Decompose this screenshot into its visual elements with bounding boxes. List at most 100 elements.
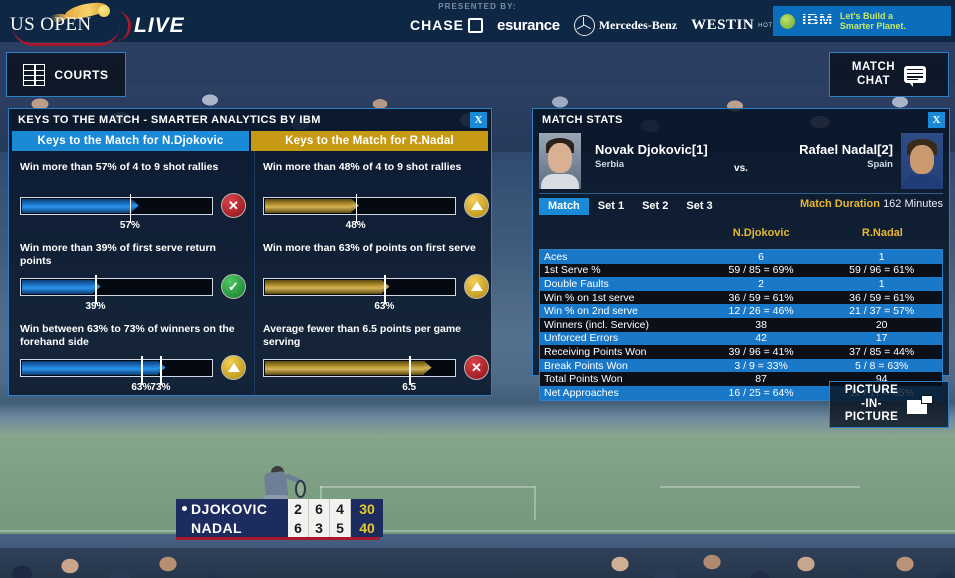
stat-value-player2: 1 xyxy=(878,250,885,263)
scoreboard-game-points: 30 xyxy=(351,499,383,518)
chat-bubble-icon xyxy=(904,66,927,87)
progress-bar: 48% xyxy=(263,193,456,231)
match-duration: Match Duration 162 Minutes xyxy=(800,198,943,210)
progress-bar-fill xyxy=(22,198,131,213)
key-description: Win more than 48% of 4 to 9 shot rallies xyxy=(263,161,462,173)
stats-column-headers: N.Djokovic R.Nadal xyxy=(539,220,943,246)
logo-swoosh xyxy=(12,25,120,46)
stat-name: Receiving Points Won xyxy=(544,345,647,358)
table-row: Aces 6 1 xyxy=(540,250,942,264)
match-duration-value: 162 Minutes xyxy=(883,198,943,210)
stats-tab-set-2[interactable]: Set 2 xyxy=(633,198,677,215)
threshold-marker xyxy=(129,193,132,223)
stat-value-player2: 1 xyxy=(878,277,885,290)
scoreboard-underline xyxy=(176,537,380,540)
live-badge: LIVE xyxy=(134,14,185,37)
tab-keys-djokovic[interactable]: Keys to the Match for N.Djokovic xyxy=(12,131,249,151)
scoreboard-set-score: 6 xyxy=(309,499,330,518)
keys-panel-title: KEYS TO THE MATCH - SMARTER ANALYTICS BY… xyxy=(18,114,321,126)
progress-bar-fill xyxy=(265,279,382,294)
avatar-djokovic xyxy=(539,133,581,189)
ibm-smarter-planet-ad[interactable]: IBM Let's Build a Smarter Planet. xyxy=(773,6,951,36)
stat-value-player1: 42 xyxy=(755,332,767,345)
progress-bar-fill xyxy=(22,360,158,375)
keys-panel-header: KEYS TO THE MATCH - SMARTER ANALYTICS BY… xyxy=(9,109,491,131)
stat-name: Win % on 2nd serve xyxy=(544,305,638,318)
stat-value-player2: 5 / 8 = 63% xyxy=(854,359,909,372)
tennis-court-icon xyxy=(23,63,46,86)
threshold-label: 6.5 xyxy=(402,381,417,393)
threshold-label: 48% xyxy=(345,219,366,231)
progress-bar: 57% xyxy=(20,193,213,231)
status-warning-icon xyxy=(464,193,489,218)
scoreboard-player-name: DJOKOVIC xyxy=(176,499,288,518)
sponsor-mercedes-benz[interactable]: Mercedes-Benz xyxy=(573,14,677,36)
stat-value-player2: 36 / 59 = 61% xyxy=(849,291,915,304)
keys-column-djokovic: Win more than 57% of 4 to 9 shot rallies… xyxy=(12,151,255,394)
stat-value-player2: 59 / 96 = 61% xyxy=(849,264,915,277)
progress-bar: 39% xyxy=(20,274,213,312)
stat-name: Break Points Won xyxy=(544,359,628,372)
players-header: Novak Djokovic[1] Serbia Rafael Nadal[2]… xyxy=(533,131,949,191)
match-chat-button[interactable]: MATCH CHAT xyxy=(829,52,949,97)
stat-value-player1: 59 / 85 = 69% xyxy=(728,264,794,277)
key-item: Win more than 57% of 4 to 9 shot rallies… xyxy=(20,161,246,234)
stats-col-header-player2: R.Nadal xyxy=(861,227,903,239)
table-row: Break Points Won 3 / 9 = 33% 5 / 8 = 63% xyxy=(540,358,942,373)
stat-value-player1: 87 xyxy=(755,373,767,386)
sponsor-chase[interactable]: CHASE xyxy=(410,17,484,33)
keys-tabs: Keys to the Match for N.Djokovic Keys to… xyxy=(12,131,488,151)
close-icon[interactable]: X xyxy=(470,112,487,128)
progress-bar: 63% 73% xyxy=(20,355,213,393)
stat-name: Winners (incl. Service) xyxy=(544,318,650,331)
courts-button[interactable]: COURTS xyxy=(6,52,126,97)
key-description: Win more than 57% of 4 to 9 shot rallies xyxy=(20,161,219,173)
picture-in-picture-button[interactable]: PICTURE -IN- PICTURE xyxy=(829,381,949,428)
match-chat-label: MATCH CHAT xyxy=(851,61,896,87)
key-item: Win between 63% to 73% of winners on the… xyxy=(20,323,246,396)
stats-tab-set-1[interactable]: Set 1 xyxy=(589,198,633,215)
key-item: Win more than 63% of points on first ser… xyxy=(263,242,489,315)
table-row: Unforced Errors 42 17 xyxy=(540,331,942,346)
stat-value-player2: 17 xyxy=(875,332,888,345)
courts-button-label: COURTS xyxy=(54,67,109,82)
stat-name: Double Faults xyxy=(544,277,609,290)
top-header-bar: US OPEN LIVE PRESENTED BY: CHASE esuranc… xyxy=(0,0,955,46)
player2-country: Spain xyxy=(867,158,893,170)
sponsor-esurance[interactable]: esurance xyxy=(497,17,560,34)
scoreboard-name-text: NADAL xyxy=(191,519,242,536)
tab-keys-nadal[interactable]: Keys to the Match for R.Nadal xyxy=(251,131,488,151)
status-warning-icon xyxy=(464,274,489,299)
threshold-label: 73% xyxy=(150,381,171,393)
key-bar-row: 6.5 ✕ xyxy=(263,355,489,393)
close-icon[interactable]: X xyxy=(928,112,945,128)
status-fail-icon: ✕ xyxy=(221,193,246,218)
stats-tab-match[interactable]: Match xyxy=(539,197,589,215)
match-stats-panel: MATCH STATS X Novak Djokovic[1] Serbia R… xyxy=(532,108,950,401)
player1-info: Novak Djokovic[1] Serbia xyxy=(595,133,744,170)
key-description: Average fewer than 6.5 points per game s… xyxy=(263,323,462,349)
mercedes-star-icon xyxy=(573,14,595,36)
stats-tab-set-3[interactable]: Set 3 xyxy=(677,198,721,215)
match-duration-label: Match Duration xyxy=(799,198,880,210)
keys-to-the-match-panel: KEYS TO THE MATCH - SMARTER ANALYTICS BY… xyxy=(8,108,492,396)
ibm-logo-text: IBM xyxy=(802,12,833,29)
keys-column-nadal: Win more than 48% of 4 to 9 shot rallies… xyxy=(255,151,497,394)
stat-name: 1st Serve % xyxy=(544,264,601,277)
status-warning-icon xyxy=(221,355,246,380)
progress-bar: 6.5 xyxy=(263,355,456,393)
avatar-nadal xyxy=(901,133,943,189)
threshold-marker xyxy=(95,274,97,304)
scoreboard-row: NADAL 6 3 5 40 xyxy=(176,518,383,537)
stat-value-player1: 38 xyxy=(755,318,767,331)
threshold-label: 63% xyxy=(131,381,152,393)
threshold-marker xyxy=(141,355,143,385)
scoreboard-set-score: 4 xyxy=(330,499,351,518)
scoreboard-set-score: 2 xyxy=(288,499,309,518)
crowd-lower xyxy=(0,548,955,578)
stat-value-player1: 12 / 26 = 46% xyxy=(728,305,794,318)
app-root: US OPEN LIVE PRESENTED BY: CHASE esuranc… xyxy=(0,0,955,578)
stat-value-player1: 16 / 25 = 64% xyxy=(728,386,794,399)
live-scoreboard: DJOKOVIC 2 6 4 30 NADAL 6 3 5 40 xyxy=(176,499,383,540)
key-bar-row: 63% 73% xyxy=(20,355,246,393)
